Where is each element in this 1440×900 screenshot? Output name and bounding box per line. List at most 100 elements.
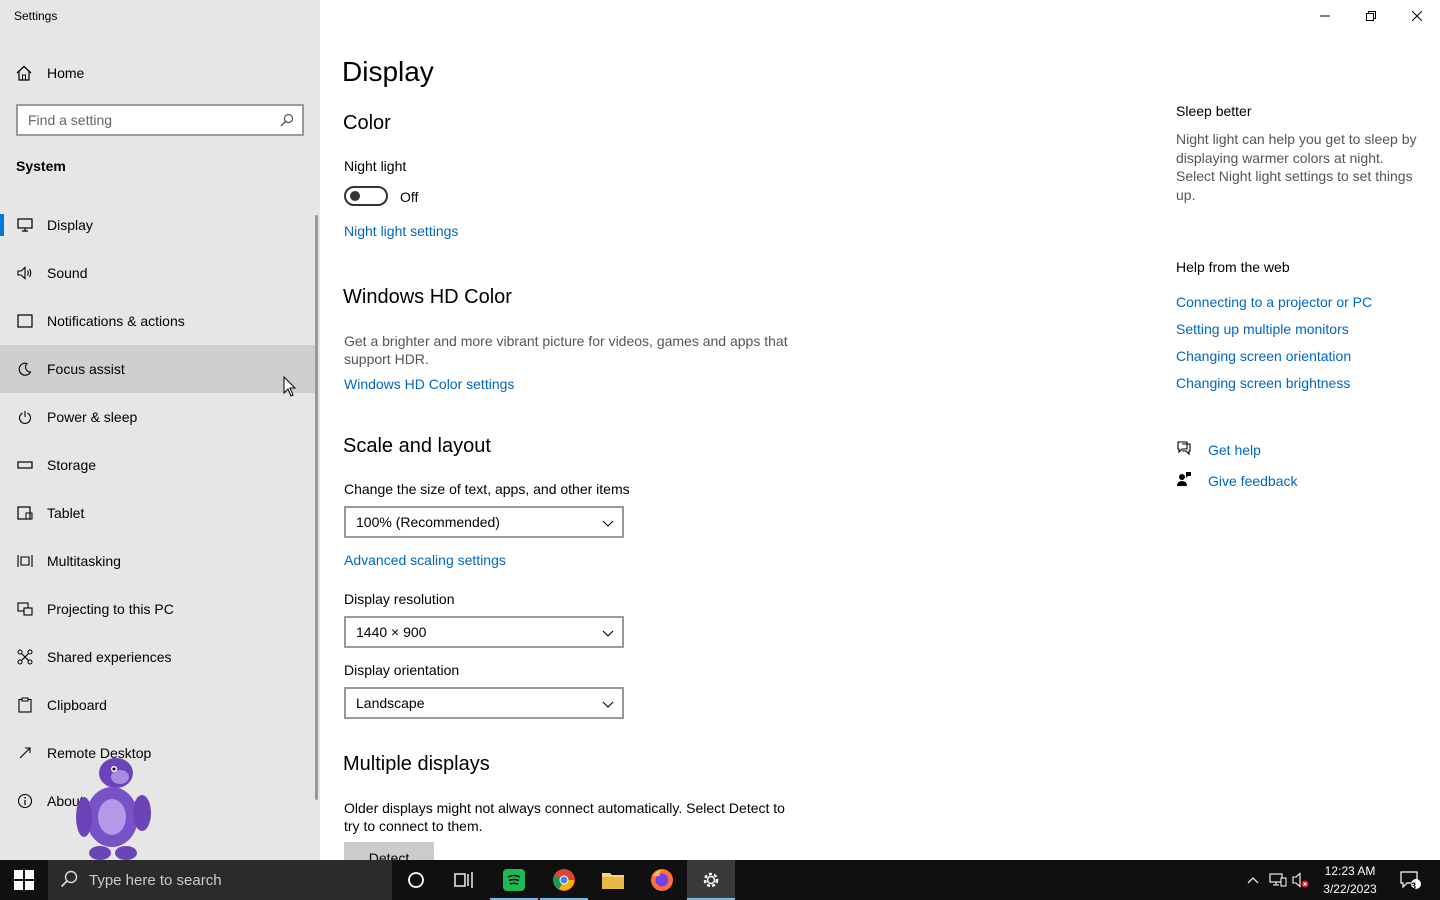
restore-button[interactable]: [1348, 0, 1394, 32]
sidebar-item-label: Display: [47, 217, 93, 233]
notification-icon: [16, 312, 34, 330]
sidebar-item-shared-experiences[interactable]: Shared experiences: [0, 633, 318, 681]
night-light-toggle[interactable]: [344, 186, 388, 206]
hd-color-description: Get a brighter and more vibrant picture …: [344, 333, 788, 367]
sidebar-item-label: Shared experiences: [47, 649, 172, 665]
home-button[interactable]: Home: [0, 55, 320, 91]
help-link-projector[interactable]: Connecting to a projector or PC: [1176, 294, 1372, 310]
taskbar-app-chrome[interactable]: [540, 860, 588, 900]
purple-gorilla-mascot[interactable]: [72, 755, 156, 866]
shared-icon: [16, 648, 34, 666]
sidebar-item-multitasking[interactable]: Multitasking: [0, 537, 318, 585]
help-link-orientation[interactable]: Changing screen orientation: [1176, 348, 1351, 364]
taskbar-clock[interactable]: 12:23 AM 3/22/2023: [1312, 862, 1388, 898]
scale-size-dropdown[interactable]: 100% (Recommended): [344, 506, 624, 538]
section-title-system: System: [16, 158, 66, 174]
notification-icon: [1400, 871, 1421, 889]
help-link-brightness[interactable]: Changing screen brightness: [1176, 375, 1350, 391]
app-title: Settings: [14, 9, 58, 23]
resolution-value: 1440 × 900: [356, 624, 427, 640]
night-light-settings-link[interactable]: Night light settings: [344, 223, 458, 239]
home-icon: [16, 65, 32, 86]
taskbar-app-settings[interactable]: [687, 860, 735, 900]
sidebar-item-remote-desktop[interactable]: Remote Desktop: [0, 729, 318, 777]
sidebar-item-label: Projecting to this PC: [47, 601, 174, 617]
taskbar-search-box[interactable]: Type here to search: [48, 860, 392, 900]
help-link-multiple-monitors[interactable]: Setting up multiple monitors: [1176, 321, 1349, 337]
multitasking-icon: [16, 552, 34, 570]
network-button[interactable]: [1266, 860, 1290, 900]
start-button[interactable]: [0, 860, 48, 900]
cortana-icon: [408, 872, 424, 888]
folder-icon: [602, 873, 624, 889]
sidebar-item-label: Focus assist: [47, 361, 125, 377]
search-icon: [60, 870, 78, 893]
mouse-cursor-icon: [283, 375, 297, 403]
get-help-link[interactable]: Get help: [1176, 440, 1261, 460]
home-label: Home: [47, 65, 85, 81]
sidebar-item-tablet[interactable]: Tablet: [0, 489, 318, 537]
sidebar-item-sound[interactable]: Sound: [0, 249, 318, 297]
search-placeholder: Find a setting: [28, 112, 113, 128]
spotify-icon: [503, 869, 525, 891]
sidebar-item-about[interactable]: About: [0, 777, 318, 825]
show-hidden-icons-button[interactable]: [1242, 860, 1264, 900]
feedback-icon: [1176, 471, 1192, 492]
windows-logo-icon: [14, 870, 34, 890]
multiple-displays-description: Older displays might not always connect …: [344, 800, 785, 834]
sidebar: Settings Home Find a setting System Disp…: [0, 0, 320, 860]
sidebar-item-label: Tablet: [47, 505, 85, 521]
orientation-dropdown[interactable]: Landscape: [344, 687, 624, 719]
sidebar-scrollbar[interactable]: [315, 215, 318, 800]
give-feedback-label: Give feedback: [1208, 473, 1298, 489]
chrome-icon: [553, 869, 575, 891]
task-view-button[interactable]: [440, 860, 488, 900]
speaker-icon: [16, 264, 34, 282]
gear-icon: [703, 872, 719, 888]
info-icon: [16, 792, 34, 810]
find-setting-input[interactable]: Find a setting: [16, 104, 304, 136]
heading-hd-color: Windows HD Color: [343, 286, 512, 308]
chevron-down-icon: [602, 516, 614, 534]
sidebar-item-label: Storage: [47, 457, 97, 473]
hd-color-settings-link[interactable]: Windows HD Color settings: [344, 376, 514, 392]
heading-scale-layout: Scale and layout: [343, 435, 491, 457]
sidebar-item-label: Power & sleep: [47, 409, 138, 425]
network-icon: [1269, 873, 1287, 887]
volume-button[interactable]: [1290, 860, 1312, 900]
speaker-muted-icon: [1292, 872, 1309, 888]
night-light-state: Off: [400, 189, 419, 205]
sidebar-item-label: Notifications & actions: [47, 313, 185, 329]
action-center-button[interactable]: 3: [1392, 860, 1428, 900]
taskbar-app-spotify[interactable]: [490, 860, 538, 900]
sidebar-item-display[interactable]: Display: [0, 201, 318, 249]
taskbar: Type here to search 12:23 AM 3/22/2023 3: [0, 860, 1440, 900]
sidebar-item-clipboard[interactable]: Clipboard: [0, 681, 318, 729]
toggle-knob: [350, 191, 360, 201]
chevron-down-icon: [602, 697, 614, 715]
cortana-button[interactable]: [392, 860, 440, 900]
resolution-dropdown[interactable]: 1440 × 900: [344, 616, 624, 648]
minimize-button[interactable]: [1302, 0, 1348, 32]
projector-icon: [16, 600, 34, 618]
sidebar-item-notifications[interactable]: Notifications & actions: [0, 297, 318, 345]
sidebar-item-projecting[interactable]: Projecting to this PC: [0, 585, 318, 633]
sidebar-item-label: Clipboard: [47, 697, 107, 713]
search-icon[interactable]: [280, 113, 294, 132]
advanced-scaling-link[interactable]: Advanced scaling settings: [344, 552, 506, 568]
heading-color: Color: [343, 112, 391, 134]
window-controls: [1302, 0, 1440, 32]
sidebar-item-label: Sound: [47, 265, 88, 281]
taskbar-app-file-explorer[interactable]: [589, 860, 637, 900]
storage-icon: [16, 456, 34, 474]
heading-multiple-displays: Multiple displays: [343, 753, 490, 775]
sidebar-item-focus-assist[interactable]: Focus assist: [0, 345, 318, 393]
give-feedback-link[interactable]: Give feedback: [1176, 471, 1298, 491]
sidebar-item-power-sleep[interactable]: Power & sleep: [0, 393, 318, 441]
night-light-label: Night light: [344, 158, 407, 174]
sidebar-item-storage[interactable]: Storage: [0, 441, 318, 489]
close-button[interactable]: [1394, 0, 1440, 32]
taskbar-app-firefox[interactable]: [638, 860, 686, 900]
detect-button[interactable]: Detect: [344, 842, 434, 860]
orientation-label: Display orientation: [344, 662, 460, 678]
